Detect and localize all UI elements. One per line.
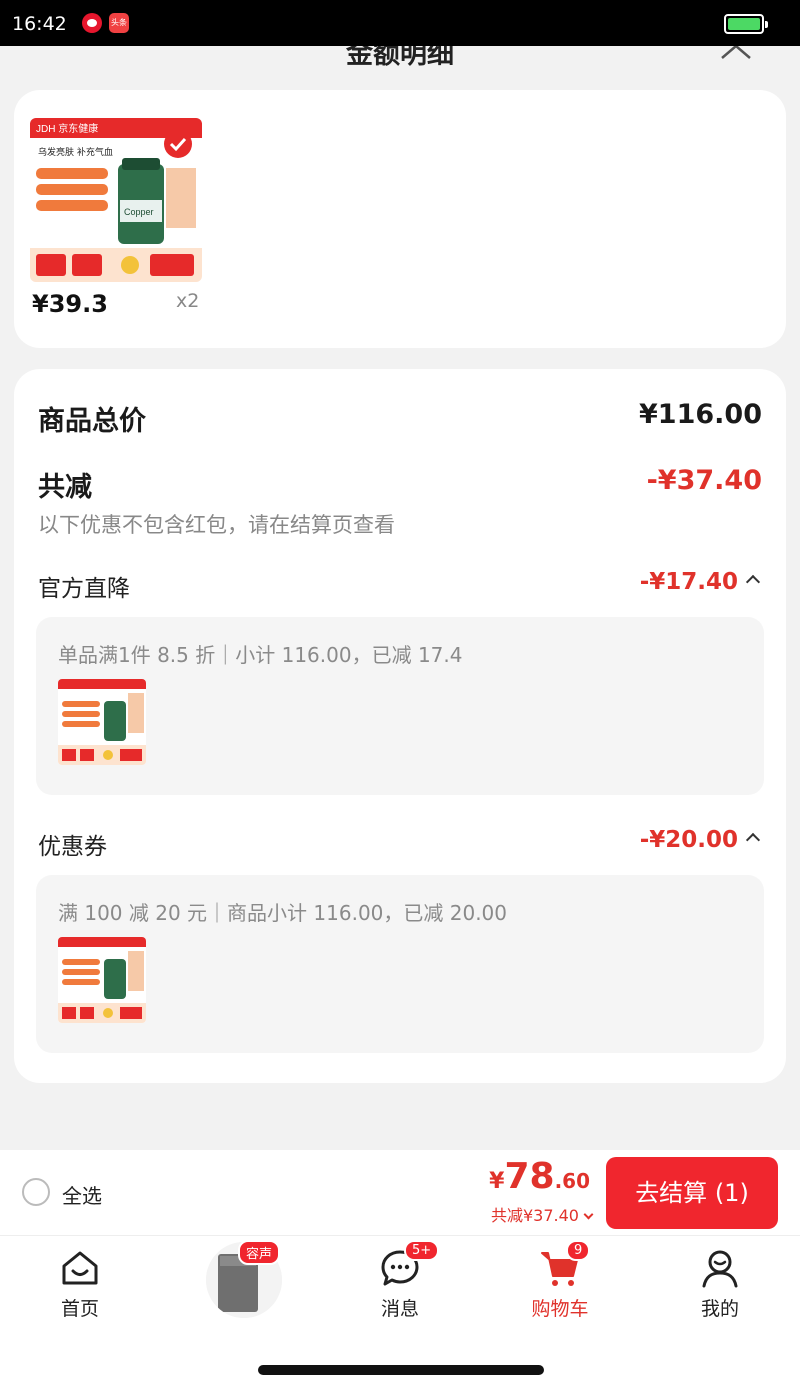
svg-text:Copper: Copper <box>124 207 154 217</box>
product-price: ¥39.3 <box>32 290 108 318</box>
close-icon[interactable] <box>718 46 754 62</box>
discount-label: 共减 <box>38 472 92 503</box>
product-card: JDH 京东健康 乌发亮肤 补充气血 Copper ¥39.3 x2 <box>14 90 786 348</box>
total-value: ¥116.00 <box>639 399 762 430</box>
battery-icon <box>724 14 768 34</box>
cart-badge: 9 <box>566 1240 591 1261</box>
message-badge: 5+ <box>404 1240 440 1261</box>
coupon-value: -¥20.00 <box>639 827 738 853</box>
product-brand-text: JDH 京东健康 <box>36 122 98 135</box>
toutiao-icon: 头条 <box>109 13 129 33</box>
discount-value: -¥37.40 <box>646 465 762 496</box>
price-detail-card: 商品总价 ¥116.00 共减 -¥37.40 以下优惠不包含红包，请在结算页查… <box>14 369 786 1083</box>
total-discount-toggle[interactable]: 共减¥37.40 <box>491 1202 594 1226</box>
page-title: 金额明细 <box>346 46 454 70</box>
home-indicator <box>258 1365 544 1375</box>
tab-promo[interactable]: 容声 <box>160 1236 320 1326</box>
checkout-button[interactable]: 去结算 (1) <box>606 1157 778 1229</box>
select-all-label[interactable]: 全选 <box>62 1180 102 1209</box>
svg-text:乌发亮肤 补充气血: 乌发亮肤 补充气血 <box>38 146 113 158</box>
official-discount-box: 单品满1件 8.5 折｜小计 116.00，已减 17.4 <box>36 617 764 795</box>
discount-note: 以下优惠不包含红包，请在结算页查看 <box>38 513 395 537</box>
official-discount-value: -¥17.40 <box>639 569 738 595</box>
official-discount-detail: 单品满1件 8.5 折｜小计 116.00，已减 17.4 <box>58 643 463 667</box>
official-discount-toggle[interactable]: -¥17.40 <box>639 569 761 595</box>
promo-badge: 容声 <box>238 1240 281 1265</box>
total-label: 商品总价 <box>38 406 146 437</box>
home-icon <box>62 1251 98 1285</box>
product-quantity: x2 <box>176 290 200 312</box>
chevron-up-icon <box>745 574 761 590</box>
weibo-icon <box>82 13 102 33</box>
coupon-detail: 满 100 减 20 元｜商品小计 116.00，已减 20.00 <box>58 901 508 925</box>
product-thumbnail[interactable] <box>58 937 146 1023</box>
total-price: ¥78.60 <box>489 1156 590 1197</box>
tab-profile[interactable]: 我的 <box>640 1236 800 1326</box>
tab-messages[interactable]: 5+ 消息 <box>320 1236 480 1326</box>
chevron-down-icon <box>583 1209 594 1220</box>
product-thumbnail[interactable] <box>58 679 146 765</box>
profile-icon <box>702 1250 738 1288</box>
select-all-checkbox[interactable] <box>22 1178 50 1206</box>
coupon-toggle[interactable]: -¥20.00 <box>639 827 761 853</box>
status-bar: 16:42 头条 <box>0 0 800 46</box>
status-time: 16:42 <box>12 13 67 35</box>
coupon-label: 优惠券 <box>38 834 107 860</box>
sheet-header: 金额明细 <box>0 46 800 90</box>
chevron-up-icon <box>745 832 761 848</box>
tab-home[interactable]: 首页 <box>0 1236 160 1326</box>
checkout-bar: 全选 ¥78.60 共减¥37.40 去结算 (1) <box>0 1150 800 1236</box>
coupon-box: 满 100 减 20 元｜商品小计 116.00，已减 20.00 <box>36 875 764 1053</box>
product-image[interactable]: JDH 京东健康 乌发亮肤 补充气血 Copper <box>30 118 202 282</box>
tab-cart[interactable]: 9 购物车 <box>480 1236 640 1326</box>
official-discount-label: 官方直降 <box>38 576 130 602</box>
